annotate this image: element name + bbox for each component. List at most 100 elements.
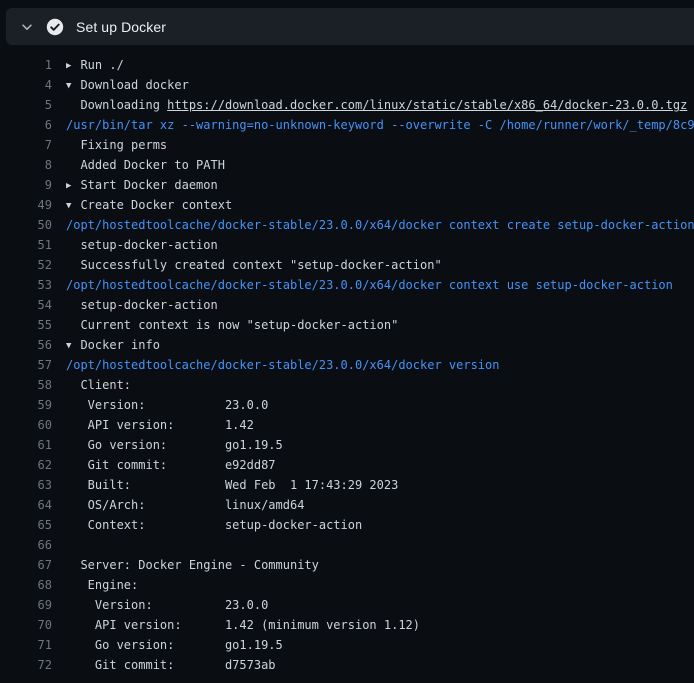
- group-title: Docker info: [80, 338, 159, 352]
- line-content: Go version: go1.19.5: [66, 635, 283, 655]
- line-number[interactable]: 54: [0, 295, 52, 315]
- line-content: setup-docker-action: [66, 295, 218, 315]
- line-content: /usr/bin/tar xz --warning=no-unknown-key…: [66, 115, 694, 135]
- log-line: 62 Git commit: e92dd87: [0, 455, 694, 475]
- log-line: 64 OS/Arch: linux/amd64: [0, 495, 694, 515]
- line-content: Version: 23.0.0: [66, 595, 268, 615]
- line-number[interactable]: 4: [0, 75, 52, 95]
- log-line: 65 Context: setup-docker-action: [0, 515, 694, 535]
- log-line: 5 Downloading https://download.docker.co…: [0, 95, 694, 115]
- line-content: Downloading https://download.docker.com/…: [66, 95, 687, 115]
- line-number[interactable]: 71: [0, 635, 52, 655]
- line-number[interactable]: 56: [0, 335, 52, 355]
- line-content: Current context is now "setup-docker-act…: [66, 315, 398, 335]
- line-number[interactable]: 57: [0, 355, 52, 375]
- line-content: API version: 1.42 (minimum version 1.12): [66, 615, 420, 635]
- line-number[interactable]: 67: [0, 555, 52, 575]
- line-number[interactable]: 66: [0, 535, 52, 555]
- line-content: Git commit: e92dd87: [66, 455, 276, 475]
- log-line: 50/opt/hostedtoolcache/docker-stable/23.…: [0, 215, 694, 235]
- line-content: ▼Docker info: [66, 335, 160, 355]
- log-line[interactable]: 56 ▼Docker info: [0, 335, 694, 355]
- line-number[interactable]: 62: [0, 455, 52, 475]
- log-line: 53/opt/hostedtoolcache/docker-stable/23.…: [0, 275, 694, 295]
- line-number[interactable]: 69: [0, 595, 52, 615]
- line-number[interactable]: 55: [0, 315, 52, 335]
- line-content: Client:: [66, 375, 131, 395]
- log-line: 52 Successfully created context "setup-d…: [0, 255, 694, 275]
- line-content: OS/Arch: linux/amd64: [66, 495, 304, 515]
- log-line: 54 setup-docker-action: [0, 295, 694, 315]
- line-number[interactable]: 63: [0, 475, 52, 495]
- log-line: 67 Server: Docker Engine - Community: [0, 555, 694, 575]
- log-line: 61 Go version: go1.19.5: [0, 435, 694, 455]
- line-number[interactable]: 6: [0, 115, 52, 135]
- log-line: 66: [0, 535, 694, 555]
- log-line: 60 API version: 1.42: [0, 415, 694, 435]
- line-number[interactable]: 49: [0, 195, 52, 215]
- log-line[interactable]: 9 ▶Start Docker daemon: [0, 175, 694, 195]
- log-line[interactable]: 1 ▶Run ./: [0, 55, 694, 75]
- group-title: Run ./: [80, 58, 123, 72]
- line-number[interactable]: 68: [0, 575, 52, 595]
- line-number[interactable]: 59: [0, 395, 52, 415]
- expand-toggle-icon[interactable]: ▶: [66, 176, 80, 195]
- log-line: 7 Fixing perms: [0, 135, 694, 155]
- log-line: 69 Version: 23.0.0: [0, 595, 694, 615]
- line-content: Engine:: [66, 575, 138, 595]
- log-line: 55 Current context is now "setup-docker-…: [0, 315, 694, 335]
- line-content: /opt/hostedtoolcache/docker-stable/23.0.…: [66, 275, 673, 295]
- log-line[interactable]: 49 ▼Create Docker context: [0, 195, 694, 215]
- line-content: Fixing perms: [66, 135, 167, 155]
- line-content: ▼Download docker: [66, 75, 189, 95]
- log-line: 68 Engine:: [0, 575, 694, 595]
- line-number[interactable]: 51: [0, 235, 52, 255]
- line-text: Downloading: [66, 98, 167, 112]
- line-content: Added Docker to PATH: [66, 155, 225, 175]
- line-content: API version: 1.42: [66, 415, 254, 435]
- collapse-toggle-icon[interactable]: ▼: [66, 76, 80, 95]
- line-number[interactable]: 58: [0, 375, 52, 395]
- line-number[interactable]: 1: [0, 55, 52, 75]
- line-number[interactable]: 70: [0, 615, 52, 635]
- line-number[interactable]: 53: [0, 275, 52, 295]
- line-content: Built: Wed Feb 1 17:43:29 2023: [66, 475, 398, 495]
- line-content: ▶Start Docker daemon: [66, 175, 218, 195]
- workflow-log-viewer: Set up Docker 1▶Run ./4▼Download docker5…: [0, 8, 694, 683]
- line-number[interactable]: 50: [0, 215, 52, 235]
- chevron-down-icon[interactable]: [18, 18, 36, 36]
- line-number[interactable]: 5: [0, 95, 52, 115]
- line-number[interactable]: 72: [0, 655, 52, 675]
- line-content: Successfully created context "setup-dock…: [66, 255, 442, 275]
- log-line: 8 Added Docker to PATH: [0, 155, 694, 175]
- line-number[interactable]: 60: [0, 415, 52, 435]
- line-number[interactable]: 8: [0, 155, 52, 175]
- line-number[interactable]: 9: [0, 175, 52, 195]
- collapse-toggle-icon[interactable]: ▼: [66, 336, 80, 355]
- log-line: 58 Client:: [0, 375, 694, 395]
- line-number[interactable]: 64: [0, 495, 52, 515]
- line-content: ▶Run ./: [66, 55, 124, 75]
- line-number[interactable]: 52: [0, 255, 52, 275]
- log-line: 63 Built: Wed Feb 1 17:43:29 2023: [0, 475, 694, 495]
- log-line: 51 setup-docker-action: [0, 235, 694, 255]
- log-line[interactable]: 4 ▼Download docker: [0, 75, 694, 95]
- line-content: /opt/hostedtoolcache/docker-stable/23.0.…: [66, 215, 694, 235]
- log-line: 6/usr/bin/tar xz --warning=no-unknown-ke…: [0, 115, 694, 135]
- line-content: /opt/hostedtoolcache/docker-stable/23.0.…: [66, 355, 499, 375]
- line-content: Server: Docker Engine - Community: [66, 555, 319, 575]
- expand-toggle-icon[interactable]: ▶: [66, 56, 80, 75]
- group-title: Download docker: [80, 78, 188, 92]
- success-check-icon: [46, 18, 64, 36]
- line-content: Go version: go1.19.5: [66, 435, 283, 455]
- step-header[interactable]: Set up Docker: [6, 8, 694, 45]
- line-number[interactable]: 7: [0, 135, 52, 155]
- collapse-toggle-icon[interactable]: ▼: [66, 196, 80, 215]
- line-number[interactable]: 61: [0, 435, 52, 455]
- group-title: Create Docker context: [80, 198, 232, 212]
- group-title: Start Docker daemon: [80, 178, 217, 192]
- line-content: setup-docker-action: [66, 235, 218, 255]
- log-link[interactable]: https://download.docker.com/linux/static…: [167, 98, 687, 112]
- line-number[interactable]: 65: [0, 515, 52, 535]
- line-content: ▼Create Docker context: [66, 195, 232, 215]
